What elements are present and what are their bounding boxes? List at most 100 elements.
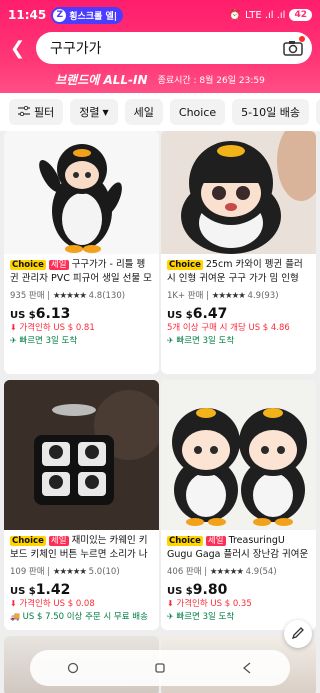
rating-value: 5.0	[88, 567, 103, 577]
pencil-icon	[291, 625, 305, 644]
product-card[interactable]: Choice 25cm 카와이 펭귄 플러시 인형 귀여운 구구 가가 밈 인형…	[161, 131, 316, 374]
price-currency: US $	[167, 586, 193, 597]
promo-label: 5개 이상 구매 시 개당 US $ 4.86	[167, 323, 290, 333]
choice-chip[interactable]: Choice	[169, 99, 226, 125]
product-card[interactable]: Choice 세일 TreasuringU Gugu Gaga 플러시 장난감 …	[161, 380, 316, 630]
price-drop-icon: ⬇	[10, 323, 17, 332]
sold-count: 935 판매	[10, 291, 45, 301]
review-count: (93)	[261, 291, 279, 301]
system-nav-bar	[30, 650, 290, 686]
promo-text: ⬇ 가격인하 US $ 0.08	[10, 597, 153, 610]
camera-search-icon[interactable]	[282, 36, 305, 59]
product-card[interactable]: Choice 세일 구구가가 - 리틀 펭귄 관리자 PVC 피규어 생일 선물…	[4, 131, 159, 374]
shipping-label: 빠르면 3일 도착	[176, 336, 235, 346]
filter-chip-label: 필터	[34, 106, 55, 119]
choice-badge: Choice	[10, 536, 46, 546]
search-box[interactable]	[36, 32, 312, 64]
rating-value: 4.8	[88, 291, 103, 301]
sale-chip-label: 세일	[133, 106, 154, 119]
product-title[interactable]: Choice 세일 재미있는 카웨인 키보드 키체인 버튼 누르면 소리가 나는…	[10, 534, 153, 562]
sold-count: 1K+ 판매	[167, 291, 204, 301]
chevron-down-icon: ▼	[102, 107, 109, 117]
delivery-chip[interactable]: 5-10일 배송	[232, 99, 309, 125]
battery-icon: 42	[289, 9, 312, 21]
promo-text: ⬇ 가격인하 US $ 0.81	[10, 321, 153, 334]
banner-deadline: 종료시간 : 8월 26일 23:59	[157, 76, 265, 86]
plane-icon: ✈	[167, 336, 174, 345]
plane-icon: ✈	[10, 336, 17, 345]
notification-pill[interactable]: Z 횡스크롤 엘|	[51, 6, 124, 24]
shipping-text: ✈ 빠르면 3일 도착	[167, 610, 310, 623]
price-currency: US $	[10, 586, 36, 597]
filter-row: 필터 정렬 ▼ 세일 Choice 5-10일 배송 ★★	[0, 93, 320, 131]
choice-badge: Choice	[167, 536, 203, 546]
filter-chip[interactable]: 필터	[9, 99, 64, 125]
home-nav-icon[interactable]	[67, 659, 79, 678]
review-count: (54)	[259, 567, 277, 577]
product-price: US $1.42	[10, 579, 153, 598]
shipping-text: ✈ 빠르면 3일 도착	[10, 334, 153, 347]
promo-label: 가격인하 US $ 0.81	[19, 323, 95, 333]
camera-notification-dot	[299, 36, 305, 42]
header: 11:45 Z 횡스크롤 엘| ⏰ LTE .ıl .ıl 42 ❮ 브랜	[0, 0, 320, 93]
promo-banner[interactable]: 브랜드에 ALL-IN 종료시간 : 8월 26일 23:59	[0, 66, 320, 93]
price-currency: US $	[10, 310, 36, 321]
alarm-icon: ⏰	[228, 9, 242, 21]
product-meta: 1K+ 판매 | ★★★★★ 4.9(93)	[167, 291, 279, 301]
back-nav-icon[interactable]	[241, 659, 253, 678]
z-logo-icon: Z	[53, 8, 67, 22]
notification-pill-text: 횡스크롤 엘|	[69, 11, 118, 22]
price-value: 6.13	[35, 306, 71, 322]
recents-nav-icon[interactable]	[154, 659, 166, 678]
product-title[interactable]: Choice 세일 구구가가 - 리틀 펭귄 관리자 PVC 피규어 생일 선물…	[10, 258, 153, 286]
sort-chip-label: 정렬	[79, 106, 100, 119]
product-title[interactable]: Choice 세일 TreasuringU Gugu Gaga 플러시 장난감 …	[167, 534, 310, 562]
search-input[interactable]	[50, 40, 282, 56]
shipping-text: 🚚 US $ 7.50 이상 주문 시 무료 배송	[10, 610, 153, 623]
sale-badge: 세일	[48, 260, 69, 270]
sold-count: 109 판매	[10, 567, 45, 577]
banner-title: 브랜드에 ALL-IN	[55, 73, 148, 87]
choice-badge: Choice	[10, 260, 46, 270]
shipping-label: 빠르면 3일 도착	[19, 336, 78, 346]
product-meta: 109 판매 | ★★★★★ 5.0(10)	[10, 567, 120, 577]
star-rating-icon: ★★★★★	[52, 567, 87, 577]
sale-chip[interactable]: 세일	[124, 99, 163, 125]
promo-text: 5개 이상 구매 시 개당 US $ 4.86	[167, 321, 310, 334]
price-value: 1.42	[35, 582, 71, 598]
star-rating-icon: ★★★★★	[211, 291, 246, 301]
shipping-label: 빠르면 3일 도착	[176, 612, 235, 622]
choice-badge: Choice	[167, 260, 203, 270]
product-title[interactable]: Choice 25cm 카와이 펭귄 플러시 인형 귀여운 구구 가가 밈 인형…	[167, 258, 310, 286]
status-bar: 11:45 Z 횡스크롤 엘| ⏰ LTE .ıl .ıl 42	[0, 0, 320, 30]
sale-badge: 세일	[205, 536, 226, 546]
sale-badge: 세일	[48, 536, 69, 546]
product-price: US $6.13	[10, 303, 153, 322]
sort-chip[interactable]: 정렬 ▼	[70, 99, 118, 125]
product-image[interactable]	[161, 380, 316, 530]
signal-icon: LTE .ıl .ıl	[245, 9, 286, 21]
back-arrow-icon[interactable]: ❮	[10, 38, 36, 59]
review-count: (10)	[102, 567, 120, 577]
rating-chip[interactable]: ★★	[316, 99, 320, 125]
delivery-chip-label: 5-10일 배송	[241, 106, 300, 119]
product-image[interactable]	[4, 131, 159, 254]
status-icons: ⏰ LTE .ıl .ıl 42	[229, 9, 312, 21]
plane-icon: ✈	[167, 612, 174, 621]
product-price: US $6.47	[167, 303, 310, 322]
star-rating-icon: ★★★★★	[52, 291, 87, 301]
search-row: ❮	[0, 30, 320, 66]
product-card[interactable]: Choice 세일 재미있는 카웨인 키보드 키체인 버튼 누르면 소리가 나는…	[4, 380, 159, 630]
product-image[interactable]	[4, 380, 159, 530]
product-image[interactable]	[161, 131, 316, 254]
product-meta: 935 판매 | ★★★★★ 4.8(130)	[10, 291, 126, 301]
rating-value: 4.9	[247, 291, 262, 301]
star-rating-icon: ★★★★★	[209, 567, 244, 577]
promo-label: 가격인하 US $ 0.08	[19, 599, 95, 609]
product-price: US $9.80	[167, 579, 310, 598]
edit-fab-button[interactable]	[284, 620, 312, 648]
price-value: 9.80	[192, 582, 228, 598]
rating-value: 4.9	[245, 567, 260, 577]
choice-chip-label: Choice	[178, 105, 217, 119]
sold-count: 406 판매	[167, 567, 202, 577]
